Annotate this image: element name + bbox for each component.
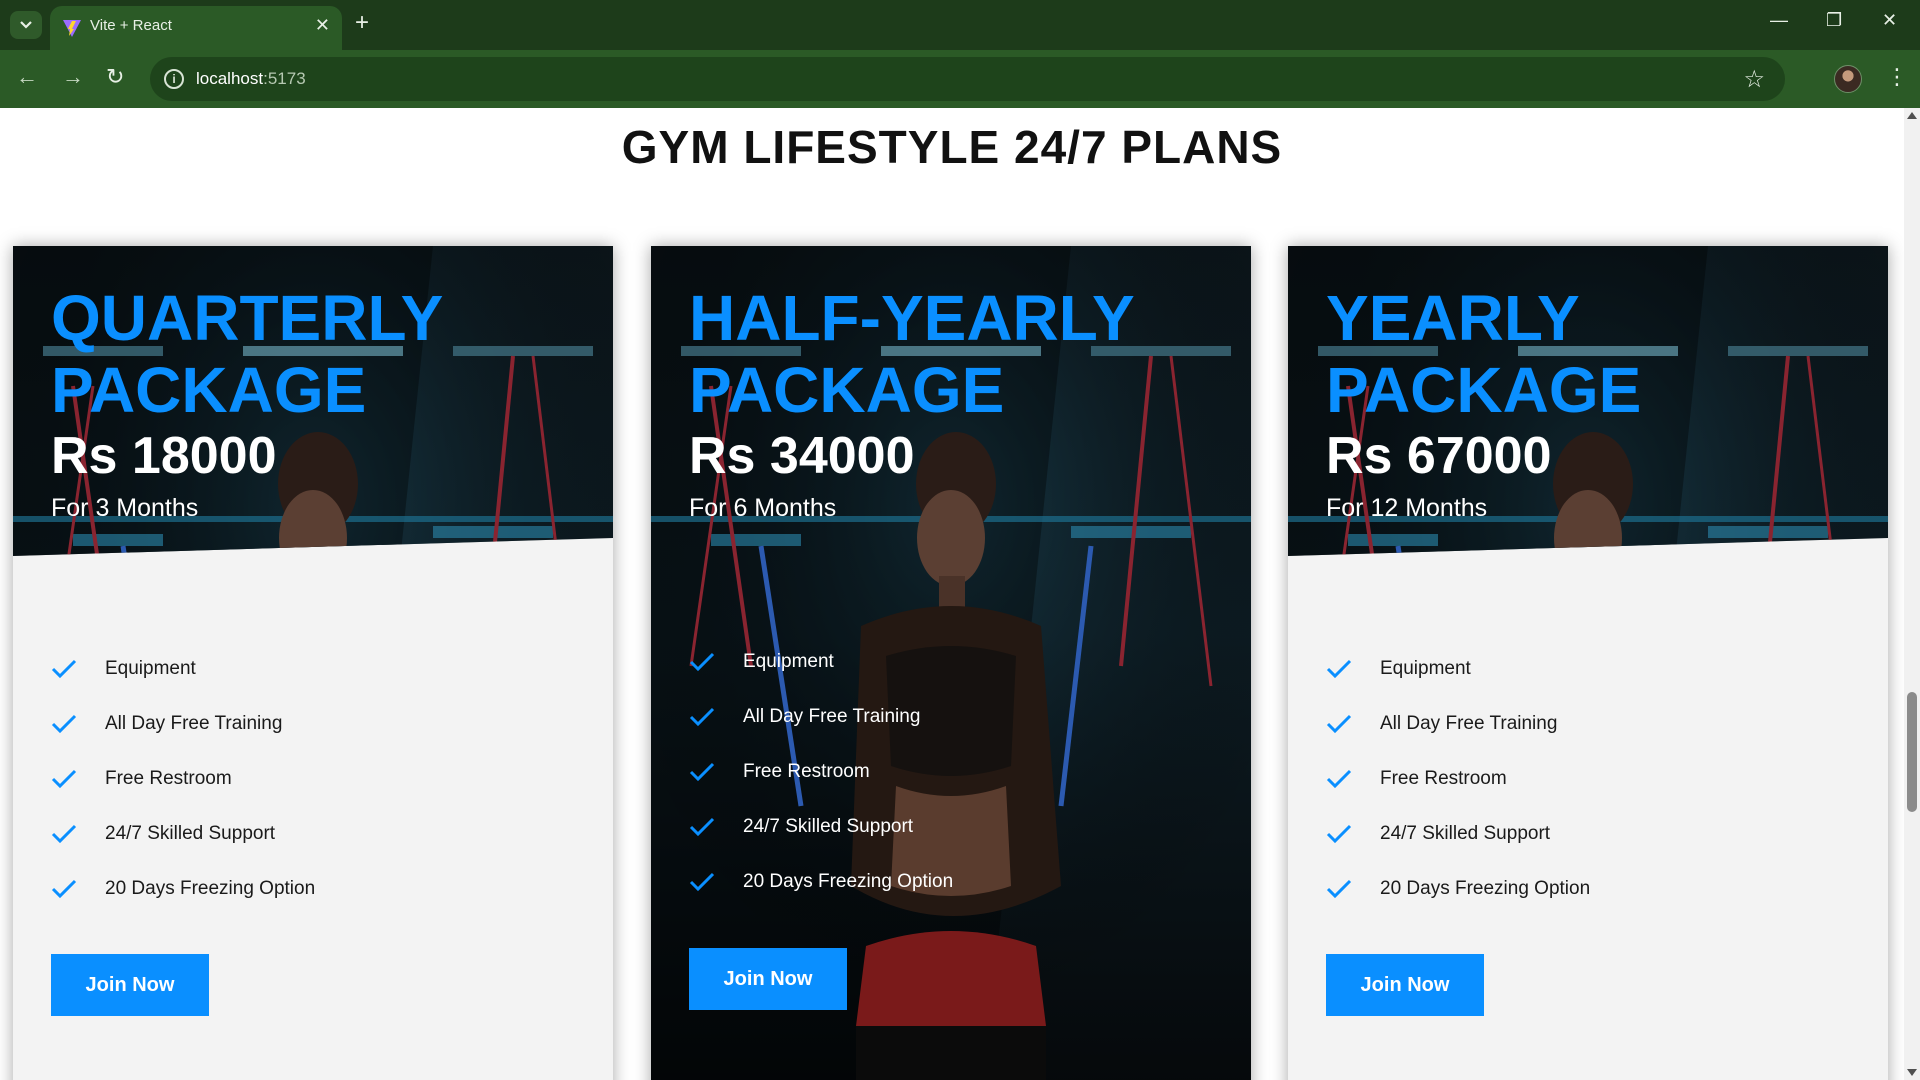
feature-text: All Day Free Training <box>1380 712 1558 734</box>
feature-text: 20 Days Freezing Option <box>1380 877 1591 899</box>
plan-name-line1: QUARTERLY <box>51 282 444 354</box>
address-bar[interactable]: i localhost:5173 ☆ <box>150 57 1785 101</box>
reload-icon[interactable]: ↻ <box>106 64 124 90</box>
feature-text: Equipment <box>1380 657 1471 679</box>
new-tab-button[interactable]: + <box>355 9 369 37</box>
plan-name: YEARLY PACKAGE <box>1326 282 1866 426</box>
browser-toolbar: ← → ↻ i localhost:5173 ☆ ⋮ <box>0 50 1920 108</box>
plan-price: Rs 18000 <box>51 427 277 485</box>
close-window-icon[interactable]: ✕ <box>1882 10 1897 31</box>
check-icon <box>689 817 715 836</box>
scroll-up-arrow-icon[interactable] <box>1907 112 1917 119</box>
feature-text: Free Restroom <box>105 767 232 789</box>
check-icon <box>51 824 77 843</box>
check-icon <box>1326 769 1352 788</box>
feature-item: All Day Free Training <box>51 696 315 751</box>
check-icon <box>1326 824 1352 843</box>
feature-text: All Day Free Training <box>105 712 283 734</box>
feature-text: 20 Days Freezing Option <box>743 870 954 892</box>
plan-duration: For 12 Months <box>1326 494 1488 522</box>
check-icon <box>689 762 715 781</box>
check-icon <box>689 707 715 726</box>
feature-item: 24/7 Skilled Support <box>689 799 953 854</box>
feature-item: 20 Days Freezing Option <box>1326 861 1590 916</box>
feature-item: 20 Days Freezing Option <box>51 861 315 916</box>
feature-item: Equipment <box>1326 641 1590 696</box>
plan-price: Rs 34000 <box>689 427 915 485</box>
feature-item: Equipment <box>689 634 953 689</box>
page-title: GYM LIFESTYLE 24/7 PLANS <box>621 121 1283 173</box>
plan-card-quarterly: QUARTERLY PACKAGE Rs 18000 For 3 Months … <box>13 246 613 1080</box>
url-host: localhost <box>196 69 264 88</box>
feature-item: Free Restroom <box>51 751 315 806</box>
restore-window-icon[interactable]: ❐ <box>1826 10 1842 31</box>
check-icon <box>51 659 77 678</box>
plan-name-line1: HALF-YEARLY <box>689 282 1135 354</box>
plan-name-line2: PACKAGE <box>1326 354 1642 426</box>
feature-item: All Day Free Training <box>689 689 953 744</box>
plan-name: HALF-YEARLY PACKAGE <box>689 282 1229 426</box>
feature-item: 20 Days Freezing Option <box>689 854 953 909</box>
feature-item: 24/7 Skilled Support <box>51 806 315 861</box>
profile-avatar[interactable] <box>1834 65 1862 93</box>
feature-list: Equipment All Day Free Training Free Res… <box>689 634 953 909</box>
check-icon <box>1326 879 1352 898</box>
join-now-button[interactable]: Join Now <box>689 948 847 1010</box>
check-icon <box>51 769 77 788</box>
site-info-icon[interactable]: i <box>164 69 184 89</box>
feature-text: Equipment <box>105 657 196 679</box>
url-port: :5173 <box>263 69 306 88</box>
feature-text: Free Restroom <box>743 760 870 782</box>
plan-name-line2: PACKAGE <box>689 354 1005 426</box>
feature-item: Equipment <box>51 641 315 696</box>
scroll-down-arrow-icon[interactable] <box>1907 1069 1917 1076</box>
plan-name: QUARTERLY PACKAGE <box>51 282 591 426</box>
tab-search-button[interactable] <box>10 11 42 39</box>
join-now-button[interactable]: Join Now <box>1326 954 1484 1016</box>
tab-title: Vite + React <box>90 17 172 34</box>
browser-menu-icon[interactable]: ⋮ <box>1886 64 1908 90</box>
feature-text: 24/7 Skilled Support <box>1380 822 1551 844</box>
feature-text: Equipment <box>743 650 834 672</box>
feature-list: Equipment All Day Free Training Free Res… <box>51 641 315 916</box>
bookmark-star-icon[interactable]: ☆ <box>1743 65 1765 94</box>
check-icon <box>689 872 715 891</box>
feature-text: 20 Days Freezing Option <box>105 877 316 899</box>
feature-text: 24/7 Skilled Support <box>105 822 276 844</box>
plan-card-half-yearly: HALF-YEARLY PACKAGE Rs 34000 For 6 Month… <box>651 246 1251 1080</box>
forward-arrow-icon[interactable]: → <box>62 64 84 90</box>
check-icon <box>1326 714 1352 733</box>
plan-name-line2: PACKAGE <box>51 354 367 426</box>
feature-item: Free Restroom <box>689 744 953 799</box>
check-icon <box>51 879 77 898</box>
feature-text: 24/7 Skilled Support <box>743 815 914 837</box>
minimize-window-icon[interactable]: — <box>1770 10 1788 31</box>
browser-tab-active[interactable]: Vite + React ✕ <box>50 6 342 50</box>
feature-item: All Day Free Training <box>1326 696 1590 751</box>
plan-duration: For 3 Months <box>51 494 199 522</box>
join-now-button[interactable]: Join Now <box>51 954 209 1016</box>
plan-card-yearly: YEARLY PACKAGE Rs 67000 For 12 Months Eq… <box>1288 246 1888 1080</box>
page-viewport: GYM LIFESTYLE 24/7 PLANS QUARTERLY PACKA… <box>0 108 1904 1080</box>
back-arrow-icon[interactable]: ← <box>16 64 38 90</box>
close-tab-icon[interactable]: ✕ <box>315 15 330 36</box>
feature-text: Free Restroom <box>1380 767 1507 789</box>
url-text[interactable]: localhost:5173 <box>196 69 306 89</box>
vite-logo-icon <box>63 20 81 37</box>
feature-item: 24/7 Skilled Support <box>1326 806 1590 861</box>
browser-tab-strip: Vite + React ✕ + — ❐ ✕ <box>0 0 1920 50</box>
check-icon <box>51 714 77 733</box>
scrollbar-thumb[interactable] <box>1907 692 1917 812</box>
plan-name-line1: YEARLY <box>1326 282 1580 354</box>
feature-text: All Day Free Training <box>743 705 921 727</box>
vertical-scrollbar[interactable] <box>1904 108 1920 1080</box>
feature-list: Equipment All Day Free Training Free Res… <box>1326 641 1590 916</box>
chevron-down-icon <box>20 21 32 29</box>
check-icon <box>689 652 715 671</box>
plan-duration: For 6 Months <box>689 494 837 522</box>
plan-price: Rs 67000 <box>1326 427 1552 485</box>
check-icon <box>1326 659 1352 678</box>
feature-item: Free Restroom <box>1326 751 1590 806</box>
